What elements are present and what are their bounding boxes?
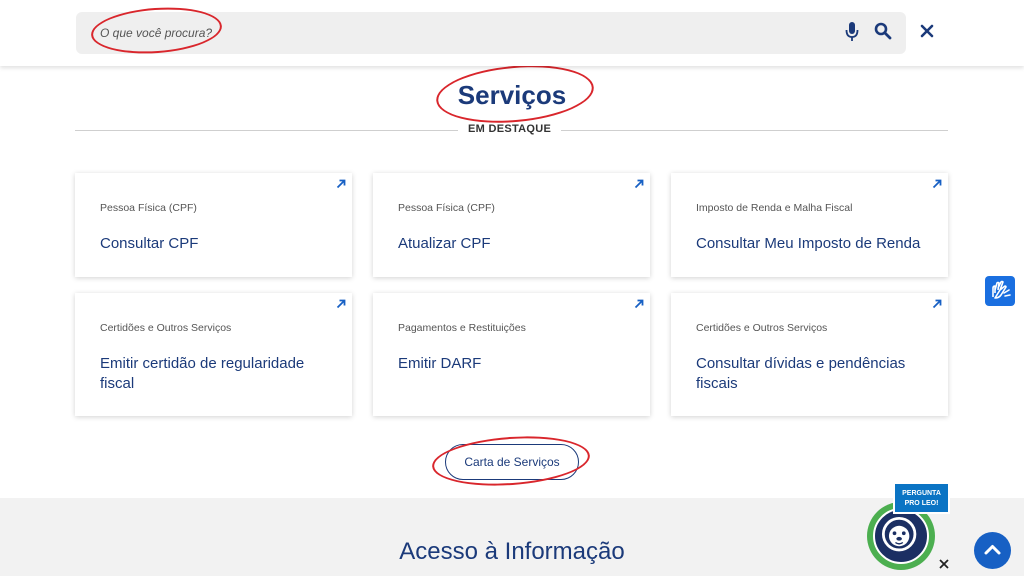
external-arrow-icon [932, 179, 942, 189]
external-arrow-icon [336, 179, 346, 189]
card-title: Emitir certidão de regularidade fiscal [100, 355, 305, 392]
service-card-dividas[interactable]: Certidões e Outros Serviços Consultar dí… [671, 293, 948, 416]
card-title: Atualizar CPF [398, 235, 491, 252]
card-category: Pessoa Física (CPF) [100, 202, 197, 214]
search-box [76, 12, 906, 54]
search-icon[interactable] [874, 22, 892, 40]
leo-badge-line1: PERGUNTA [902, 490, 941, 497]
card-title: Consultar Meu Imposto de Renda [696, 235, 921, 252]
carta-de-servicos-button[interactable]: Carta de Serviços [445, 444, 579, 480]
featured-label: EM DESTAQUE [458, 123, 562, 135]
service-card-atualizar-cpf[interactable]: Pessoa Física (CPF) Atualizar CPF [373, 173, 650, 277]
external-arrow-icon [634, 299, 644, 309]
service-card-consultar-cpf[interactable]: Pessoa Física (CPF) Consultar CPF [75, 173, 352, 277]
scroll-top-button[interactable] [974, 532, 1011, 569]
close-icon[interactable] [919, 23, 935, 39]
external-arrow-icon [634, 179, 644, 189]
chevron-up-icon [984, 545, 1001, 555]
external-arrow-icon [932, 299, 942, 309]
page-title: Serviços [457, 80, 567, 110]
service-card-imposto-renda[interactable]: Imposto de Renda e Malha Fiscal Consulta… [671, 173, 948, 277]
card-title: Consultar dívidas e pendências fiscais [696, 355, 906, 392]
header-search-bar [0, 0, 1024, 66]
card-title: Consultar CPF [100, 235, 199, 252]
leo-close-icon[interactable] [938, 558, 950, 570]
service-card-certidao[interactable]: Certidões e Outros Serviços Emitir certi… [75, 293, 352, 416]
card-category: Certidões e Outros Serviços [100, 322, 232, 334]
leo-badge-line2: PRO LEO! [904, 500, 939, 507]
card-category: Pessoa Física (CPF) [398, 202, 495, 214]
search-input[interactable] [100, 12, 820, 54]
external-arrow-icon [336, 299, 346, 309]
card-title: Emitir DARF [398, 355, 482, 372]
leo-badge[interactable]: PERGUNTA PRO LEO! [893, 482, 950, 514]
mic-icon[interactable] [845, 22, 859, 42]
card-category: Imposto de Renda e Malha Fiscal [696, 202, 853, 214]
sign-language-icon[interactable] [985, 276, 1015, 306]
service-card-darf[interactable]: Pagamentos e Restituições Emitir DARF [373, 293, 650, 416]
lion-mascot-icon [873, 508, 929, 564]
card-category: Pagamentos e Restituições [398, 322, 526, 334]
card-category: Certidões e Outros Serviços [696, 322, 828, 334]
